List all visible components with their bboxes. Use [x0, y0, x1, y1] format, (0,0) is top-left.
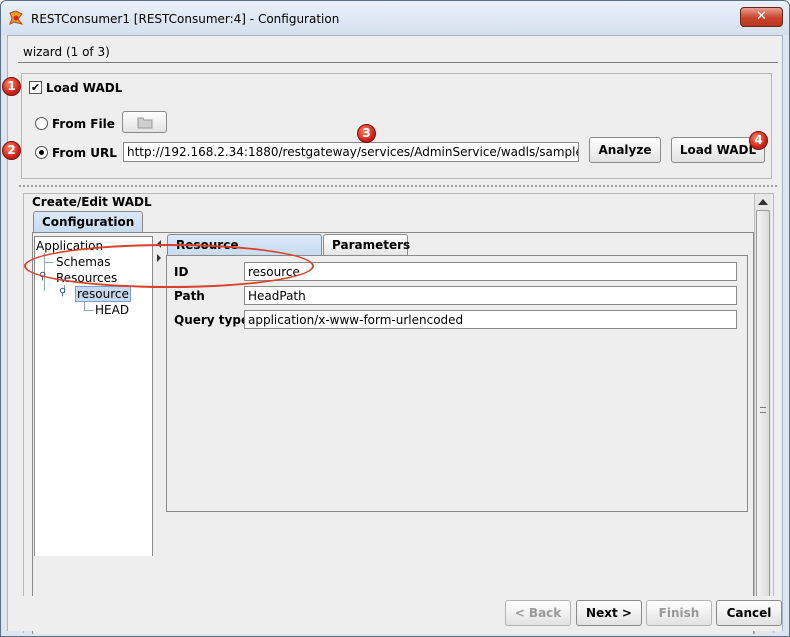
query-type-field[interactable]: application/x-www-form-urlencoded	[244, 310, 737, 329]
path-label: Path	[174, 289, 205, 303]
highlight-oval	[24, 244, 314, 288]
thumb-grip-icon	[760, 407, 766, 413]
configuration-window: RESTConsumer1 [RESTConsumer:4] - Configu…	[0, 0, 790, 637]
resize-grip[interactable]	[18, 184, 778, 189]
resource-configuration-form: ID resource Path HeadPath Query type app…	[166, 255, 748, 512]
wizard-divider	[18, 62, 778, 63]
scroll-up-icon[interactable]	[758, 199, 768, 205]
tree-node-head[interactable]: HEAD	[95, 303, 129, 317]
close-button[interactable]: ✕	[740, 7, 783, 27]
annotation-badge-4: 4	[749, 131, 768, 150]
scrollbar-thumb[interactable]	[756, 210, 770, 610]
load-wadl-label: Load WADL	[46, 81, 123, 95]
path-field[interactable]: HeadPath	[244, 286, 737, 305]
analyze-button[interactable]: Analyze	[589, 137, 661, 163]
tree-node-resource[interactable]: resource	[75, 286, 131, 302]
annotation-badge-3: 3	[357, 124, 376, 143]
tree-connector	[84, 310, 94, 311]
title-bar[interactable]: RESTConsumer1 [RESTConsumer:4] - Configu…	[1, 1, 789, 35]
query-type-label: Query type	[174, 313, 250, 327]
annotation-badge-1: 1	[2, 77, 21, 96]
tab-parameters[interactable]: Parameters	[323, 234, 410, 256]
from-file-radio[interactable]	[35, 117, 48, 130]
vertical-scrollbar[interactable]	[754, 194, 771, 634]
browse-file-button[interactable]	[122, 111, 167, 133]
dialog-body: wizard (1 of 3) ✔ Load WADL From File Fr…	[7, 35, 783, 634]
load-wadl-panel: ✔ Load WADL From File From URL http://19…	[21, 73, 772, 179]
wadl-url-input[interactable]: http://192.168.2.34:1880/restgateway/ser…	[123, 142, 579, 162]
wizard-button-bar: < Back Next > Finish Cancel	[8, 596, 782, 631]
app-icon	[9, 10, 24, 25]
back-button[interactable]: < Back	[505, 600, 571, 626]
from-url-radio[interactable]	[35, 146, 48, 159]
next-button[interactable]: Next >	[576, 600, 642, 626]
create-edit-wadl-title: Create/Edit WADL	[32, 195, 152, 209]
cancel-button[interactable]: Cancel	[716, 600, 782, 626]
load-wadl-checkbox[interactable]: ✔	[29, 81, 42, 94]
close-icon: ✕	[756, 9, 767, 24]
tree-expand-icon[interactable]: ⚲	[59, 287, 66, 298]
configuration-area: Application Schemas ⚲ Resources ⚲ resour…	[32, 232, 754, 634]
window-title: RESTConsumer1 [RESTConsumer:4] - Configu…	[31, 12, 340, 26]
from-url-label: From URL	[52, 146, 117, 160]
folder-icon	[137, 117, 152, 129]
from-file-label: From File	[52, 117, 115, 131]
id-field[interactable]: resource	[244, 262, 737, 281]
wizard-step-label: wizard (1 of 3)	[23, 45, 110, 59]
tab-configuration[interactable]: Configuration	[33, 211, 144, 233]
finish-button[interactable]: Finish	[646, 600, 712, 626]
annotation-badge-2: 2	[2, 141, 21, 160]
